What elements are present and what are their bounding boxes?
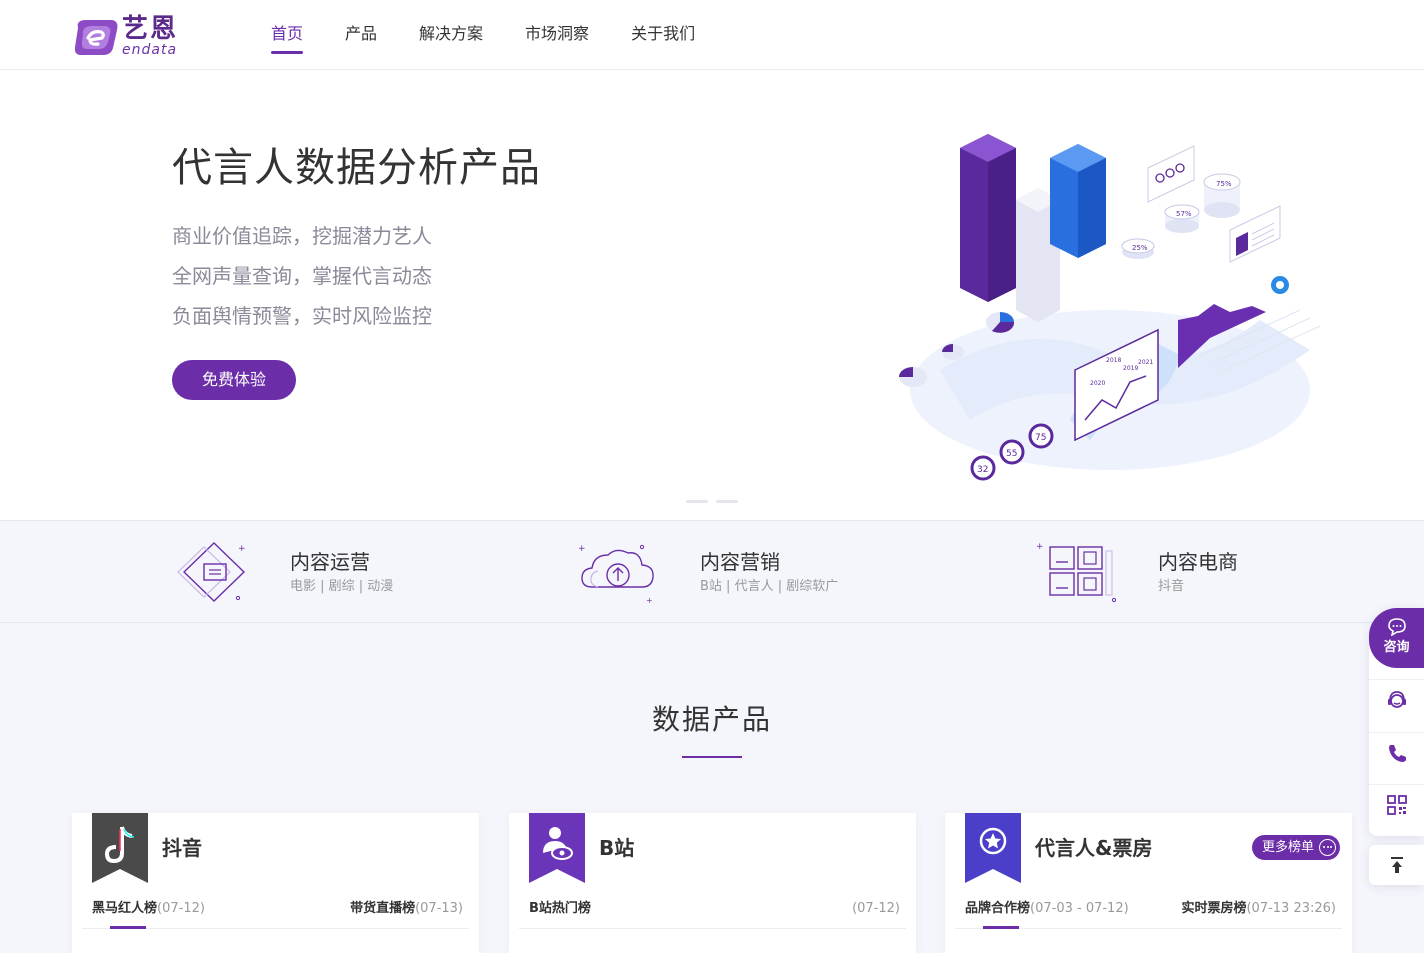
- card-title: 代言人&票房: [1035, 836, 1153, 860]
- feature-title: 内容运营: [290, 550, 370, 574]
- carousel-dots: [686, 500, 738, 503]
- more-dots-icon: [1319, 839, 1336, 856]
- card-title: 抖音: [162, 836, 202, 860]
- feature-content-ops[interactable]: + 内容运营 电影 | 剧综 | 动漫: [168, 521, 548, 624]
- star-badge-icon: [965, 813, 1021, 883]
- feature-subtitle: 电影 | 剧综 | 动漫: [290, 579, 394, 594]
- hero-tagline-2: 全网声量查询，掌握代言动态: [172, 264, 432, 288]
- phone-button[interactable]: [1369, 732, 1424, 773]
- section-title-underline: [682, 756, 742, 758]
- stat-label-57pct: 57%: [1176, 210, 1192, 218]
- tab-realtime-boxoffice-ranking[interactable]: 实时票房榜(07-13 23:26): [1181, 900, 1336, 918]
- customer-service-button[interactable]: [1369, 679, 1424, 720]
- consult-button[interactable]: 咨询: [1369, 608, 1424, 668]
- feature-subtitle: B站 | 代言人 | 剧综软广: [700, 579, 839, 594]
- feature-content-ecommerce[interactable]: + 内容电商 抖音: [1036, 521, 1396, 624]
- more-rankings-button[interactable]: 更多榜单: [1251, 835, 1340, 860]
- nav-products[interactable]: 产品: [345, 0, 377, 70]
- stat-label-75pct: 75%: [1216, 180, 1232, 188]
- feature-title: 内容电商: [1158, 550, 1238, 574]
- qrcode-button[interactable]: [1369, 784, 1424, 825]
- year-label-2018: 2018: [1106, 357, 1121, 364]
- tab-brand-cooperation-ranking[interactable]: 品牌合作榜(07-03 - 07-12): [965, 900, 1129, 918]
- qrcode-icon: [1387, 795, 1407, 815]
- year-label-2019: 2019: [1123, 365, 1138, 372]
- nav-market-insights[interactable]: 市场洞察: [525, 0, 589, 70]
- consult-label: 咨询: [1383, 640, 1410, 655]
- stat-ring-55: 55: [1006, 449, 1017, 459]
- grid-windows-icon: +: [1036, 542, 1116, 603]
- brand-logo[interactable]: 艺恩 endata: [72, 14, 192, 58]
- nav-home[interactable]: 首页: [271, 0, 304, 70]
- hero-tagline-1: 商业价值追踪，挖掘潜力艺人: [172, 224, 432, 248]
- product-card-douyin: 抖音 黑马红人榜(07-12) 带货直播榜(07-13): [72, 813, 479, 953]
- stat-ring-75: 75: [1035, 433, 1046, 443]
- floating-contact-bar: 咨询: [1369, 608, 1424, 836]
- card-title: B站: [599, 836, 635, 860]
- svg-text:+: +: [578, 544, 586, 554]
- back-to-top-icon: [1391, 857, 1403, 873]
- stat-label-25pct: 25%: [1132, 244, 1148, 252]
- active-tab-indicator: [983, 926, 1019, 929]
- carousel-dot[interactable]: [686, 500, 708, 503]
- hero-tagline-3: 负面舆情预警，实时风险监控: [172, 304, 432, 328]
- feature-title: 内容营销: [700, 550, 780, 574]
- hero-title: 代言人数据分析产品: [172, 145, 541, 191]
- logo-text-en: endata: [122, 42, 178, 58]
- nav-solutions[interactable]: 解决方案: [419, 0, 483, 70]
- feature-subtitle: 抖音: [1158, 579, 1185, 594]
- bilibili-eye-icon: [529, 813, 585, 883]
- year-label-2021: 2021: [1138, 359, 1153, 366]
- logo-text-cn: 艺恩: [122, 14, 179, 44]
- section-title: 数据产品: [651, 703, 772, 736]
- feature-strip: + 内容运营 电影 | 剧综 | 动漫 + + 内容营销 B站 | 代言人 | …: [0, 520, 1424, 623]
- svg-text:+: +: [238, 544, 246, 554]
- chat-bubble-icon: [1388, 618, 1406, 636]
- tab-date: (07-12): [852, 901, 900, 916]
- product-card-spokesperson-boxoffice: 代言人&票房 更多榜单 品牌合作榜(07-03 - 07-12) 实时票房榜(0…: [945, 813, 1352, 953]
- nav-about-us[interactable]: 关于我们: [631, 0, 695, 70]
- tab-dark-horse-influencers[interactable]: 黑马红人榜(07-12): [92, 900, 205, 918]
- tiktok-icon: [92, 813, 148, 883]
- hero-banner: 代言人数据分析产品 商业价值追踪，挖掘潜力艺人 全网声量查询，掌握代言动态 负面…: [0, 70, 1424, 520]
- free-trial-button[interactable]: 免费体验: [172, 360, 296, 400]
- carousel-dot[interactable]: [716, 500, 738, 503]
- feature-content-marketing[interactable]: + + 内容营销 B站 | 代言人 | 剧综软广: [578, 521, 958, 624]
- stat-ring-32: 32: [977, 465, 988, 475]
- year-label-2020: 2020: [1090, 380, 1105, 387]
- content-ops-icon: +: [177, 542, 246, 602]
- card-divider: [519, 928, 906, 929]
- back-to-top-button[interactable]: [1369, 845, 1424, 885]
- customer-service-icon: [1388, 691, 1406, 708]
- tab-bilibili-hot-ranking[interactable]: B站热门榜: [529, 900, 591, 918]
- svg-text:+: +: [646, 596, 653, 603]
- main-nav: 首页 产品 解决方案 市场洞察 关于我们: [250, 0, 716, 70]
- cloud-upload-icon: + +: [578, 544, 654, 603]
- product-card-bilibili: B站 B站热门榜 (07-12): [509, 813, 916, 953]
- isometric-data-illustration: 75% 57% 25% 2020 2018 2019 2021 32 55 75: [899, 134, 1321, 481]
- phone-icon: [1389, 745, 1406, 762]
- svg-text:+: +: [1036, 542, 1044, 552]
- tab-live-commerce-ranking[interactable]: 带货直播榜(07-13): [350, 900, 463, 918]
- logo-mark-icon: [74, 20, 118, 55]
- active-tab-indicator: [110, 926, 146, 929]
- top-header: 艺恩 endata 首页 产品 解决方案 市场洞察 关于我们: [0, 0, 1424, 70]
